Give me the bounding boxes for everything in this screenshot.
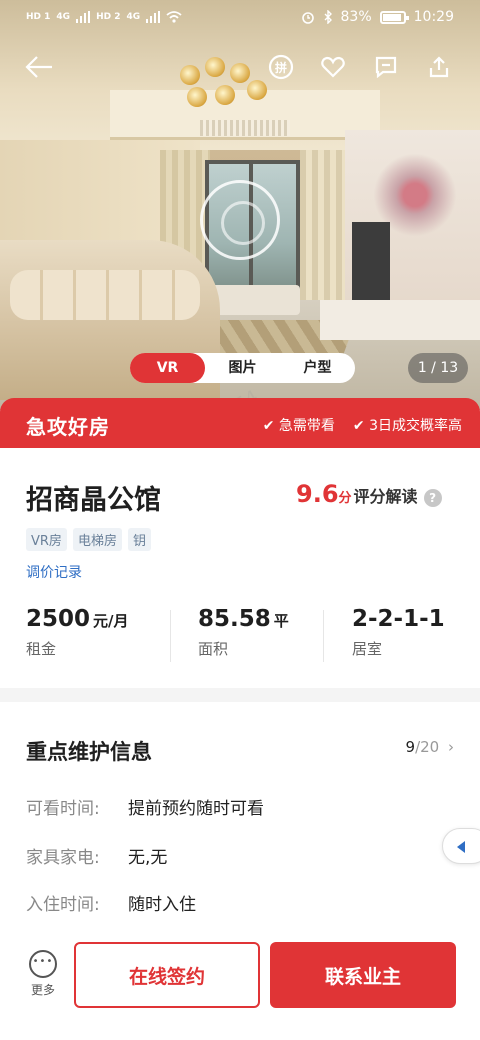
group-buy-label: 拼	[274, 60, 287, 75]
listing-title: 招商晶公馆	[26, 485, 161, 516]
contact-owner-button[interactable]: 联系业主	[270, 942, 456, 1008]
price-history-link[interactable]: 调价记录	[26, 562, 82, 582]
wifi-icon	[166, 11, 182, 23]
stat-label: 居室	[352, 640, 383, 658]
network2-label: 4G	[126, 12, 141, 22]
photo-chandelier	[175, 55, 270, 115]
photo-coffee-table	[210, 285, 300, 315]
listing-tags: VR房 电梯房 钥	[26, 528, 151, 551]
share-button[interactable]	[422, 50, 456, 84]
stat-value: 2-2-1-1	[352, 606, 445, 632]
back-arrow-icon	[25, 56, 52, 78]
tag-key: 钥	[127, 528, 151, 551]
side-expand-button[interactable]	[442, 828, 480, 864]
info-key: 可看时间:	[26, 799, 100, 819]
photo-ac-vent	[200, 120, 290, 136]
listing-card: 招商晶公馆 9.6 分 评分解读 ? VR房 电梯房 钥 调价记录 2500 元/…	[0, 448, 480, 688]
status-bar: HD 1 4G HD 2 4G 83% 10:29	[0, 0, 480, 34]
info-title: 重点维护信息	[26, 740, 152, 764]
bluetooth-icon	[324, 10, 332, 24]
online-sign-button[interactable]: 在线签约	[74, 942, 260, 1008]
stat-value: 85.58	[198, 606, 271, 632]
info-value: 无,无	[128, 848, 168, 868]
clock: 10:29	[413, 9, 454, 25]
stat-unit: 平	[273, 612, 289, 630]
stat-area: 85.58 平 面积	[198, 606, 289, 670]
stat-rent: 2500 元/月 租金	[26, 606, 129, 670]
maintenance-info: 重点维护信息 9/20 › 可看时间: 提前预约随时可看 家具家电: 无,无 入住时…	[0, 702, 480, 942]
banner-tag: ✔ 3日成交概率高	[352, 418, 462, 434]
signal-icon	[146, 11, 161, 23]
stats-row: 2500 元/月 租金 85.58 平 面积 2-2-1-1 居室	[0, 606, 480, 670]
battery-percent: 83%	[340, 9, 372, 25]
back-button[interactable]	[22, 50, 56, 84]
share-icon	[429, 56, 449, 78]
info-key: 入住时间:	[26, 895, 100, 915]
tab-photos[interactable]: 图片	[205, 353, 280, 383]
signal-icon	[76, 11, 91, 23]
tab-floorplan[interactable]: 户型	[280, 353, 355, 383]
photo-tv-cabinet	[320, 300, 480, 340]
photo-tv	[352, 222, 390, 300]
tag-elevator: 电梯房	[72, 528, 122, 551]
banner-title: 急攻好房	[26, 414, 110, 439]
stat-label: 租金	[26, 640, 57, 658]
chevron-right-icon: ›	[448, 738, 454, 756]
info-row-move-in: 入住时间: 随时入住	[26, 890, 196, 915]
alarm-icon	[301, 12, 314, 24]
heart-icon	[321, 56, 345, 78]
divider	[170, 610, 171, 662]
battery-icon	[379, 10, 409, 24]
promo-banner: 急攻好房 ✔ 急需带看 ✔ 3日成交概率高	[0, 398, 480, 452]
more-label: 更多	[30, 983, 55, 997]
info-value: 提前预约随时可看	[128, 799, 264, 819]
vr-play-icon[interactable]	[200, 180, 280, 260]
stat-value: 2500	[26, 606, 91, 632]
sim1-label: HD 1	[26, 12, 51, 22]
photo-counter: 1 / 13	[408, 353, 468, 383]
section-gap	[0, 688, 480, 702]
message-icon	[375, 56, 397, 79]
tab-vr[interactable]: VR	[130, 353, 205, 383]
info-row-viewing: 可看时间: 提前预约随时可看	[26, 794, 264, 819]
divider	[323, 610, 324, 662]
info-pager[interactable]: 9/20 ›	[406, 738, 454, 756]
favorite-button[interactable]	[316, 50, 350, 84]
score-unit: 分	[338, 491, 352, 506]
info-row-furniture: 家具家电: 无,无	[26, 843, 167, 868]
info-page-current: 9	[405, 738, 416, 756]
stat-unit: 元/月	[93, 612, 129, 630]
help-icon[interactable]: ?	[423, 489, 442, 507]
photo-curtain-right	[300, 150, 345, 310]
score-link[interactable]: 9.6 分 评分解读 ?	[296, 480, 442, 508]
property-photo[interactable]	[0, 0, 480, 410]
info-value: 随时入住	[128, 895, 196, 915]
sim2-label: HD 2	[96, 12, 121, 22]
network1-label: 4G	[56, 12, 71, 22]
info-key: 家具家电:	[26, 848, 100, 868]
tag-vr: VR房	[26, 528, 67, 551]
info-page-total: /20	[415, 738, 440, 756]
stat-label: 面积	[198, 640, 229, 658]
media-tabs: VR 图片 户型	[130, 353, 355, 383]
group-buy-button[interactable]: 拼	[264, 50, 298, 84]
score-text: 评分解读	[353, 487, 418, 506]
bottom-bar: 更多 在线签约 联系业主	[0, 928, 480, 1040]
banner-tag: ✔ 急需带看	[262, 418, 335, 434]
stat-rooms: 2-2-1-1 居室	[352, 606, 445, 670]
message-button[interactable]	[369, 50, 403, 84]
more-button[interactable]: 更多	[26, 950, 60, 998]
more-icon	[29, 950, 57, 978]
score-value: 9.6	[296, 480, 339, 508]
